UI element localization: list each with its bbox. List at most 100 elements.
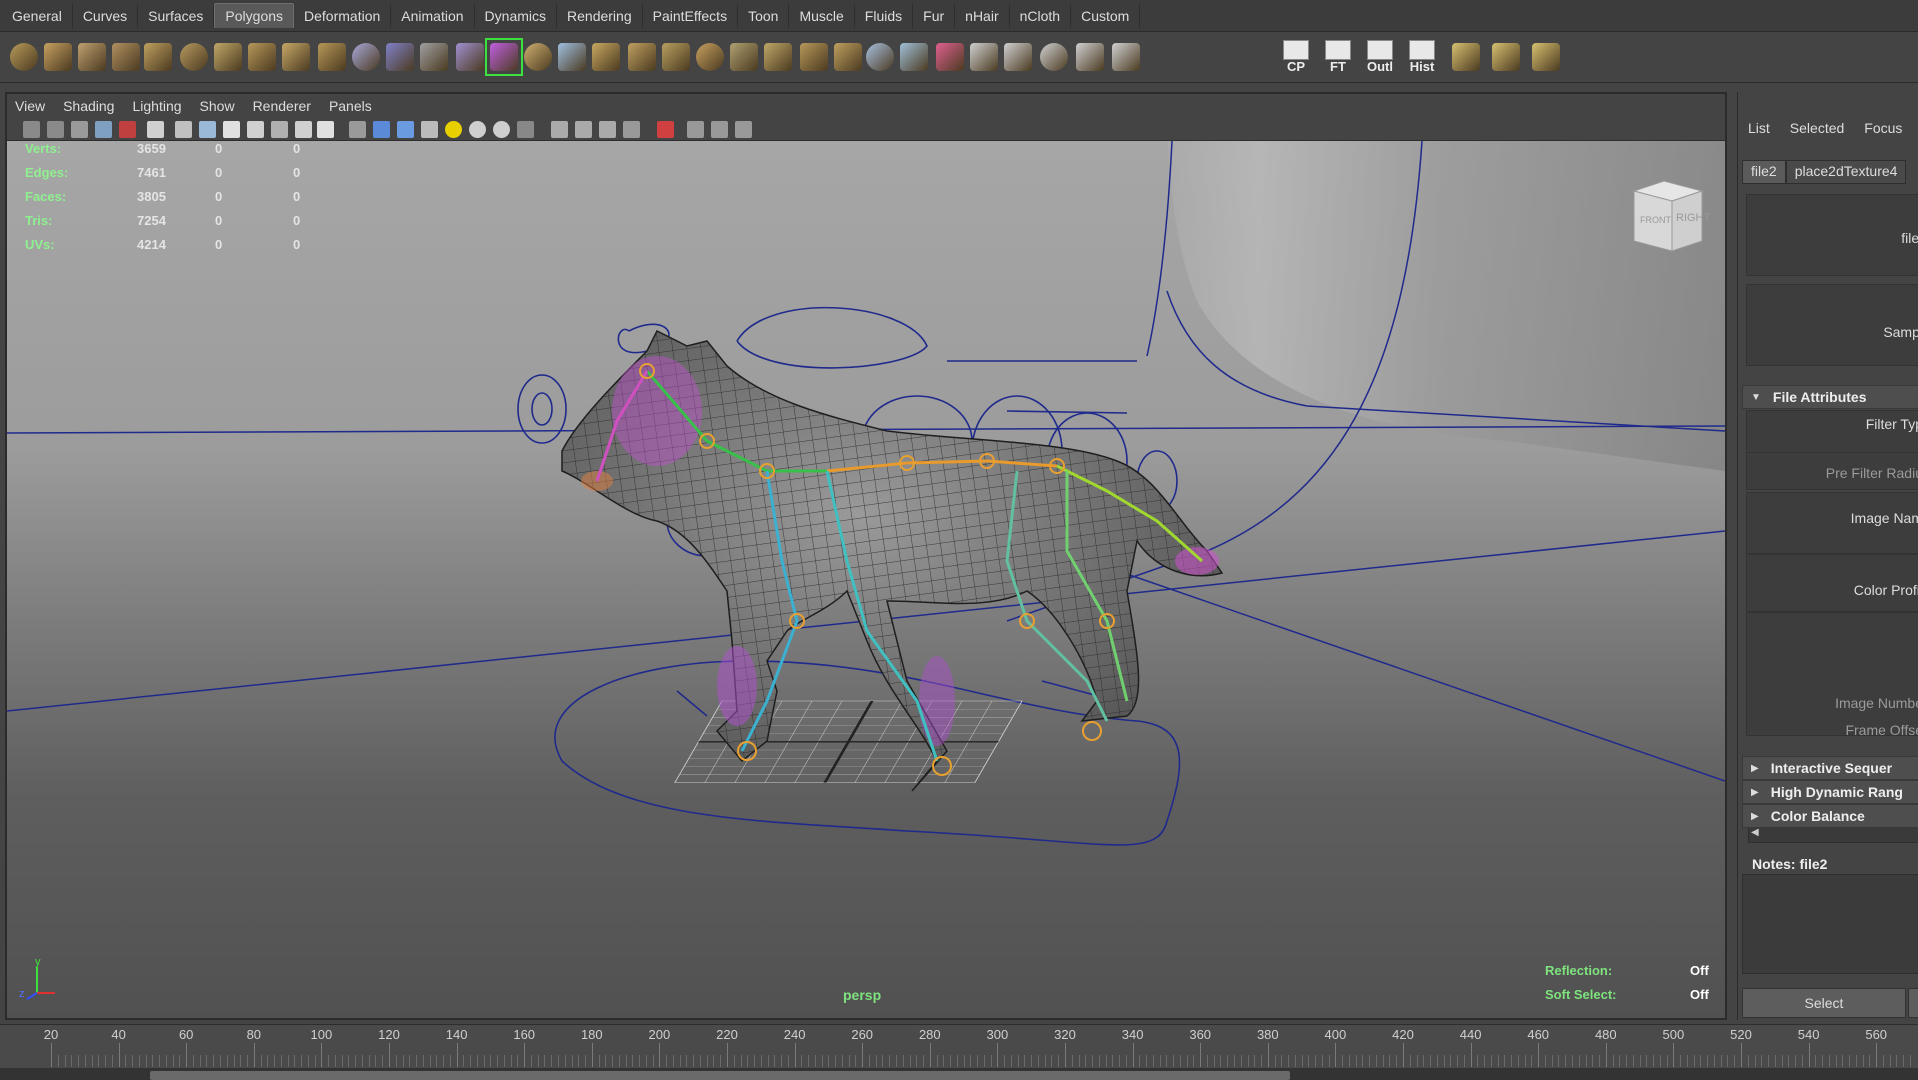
shelf-tool-icon[interactable]	[658, 39, 694, 75]
viewport-tool-icon[interactable]	[735, 121, 752, 138]
viewport-tool-icon[interactable]	[687, 121, 704, 138]
shelf-tool-icon[interactable]	[1108, 39, 1144, 75]
shelf-tool-icon[interactable]	[210, 39, 246, 75]
range-slider[interactable]	[0, 1068, 1918, 1080]
viewport-tool-icon[interactable]	[469, 121, 486, 138]
viewport-tool-icon[interactable]	[271, 121, 288, 138]
viewport-menu-lighting[interactable]: Lighting	[132, 98, 181, 114]
viewport-tool-icon[interactable]	[223, 121, 240, 138]
shelf-tool-icon[interactable]	[348, 39, 384, 75]
viewport-menu-panels[interactable]: Panels	[329, 98, 372, 114]
shelf-tool-icon[interactable]	[40, 39, 76, 75]
shelf-tab-ncloth[interactable]: nCloth	[1010, 4, 1072, 28]
viewport-tool-icon[interactable]	[71, 121, 88, 138]
ft-shelf-button[interactable]: FT	[1320, 35, 1356, 79]
viewport-tool-icon[interactable]	[517, 121, 534, 138]
shelf-tab-fluids[interactable]: Fluids	[855, 4, 914, 28]
shelf-tool-icon[interactable]	[74, 39, 110, 75]
viewport-tool-icon[interactable]	[445, 121, 462, 138]
viewport-tool-icon[interactable]	[349, 121, 366, 138]
attribute-editor-menu-list[interactable]: List	[1748, 120, 1770, 142]
shelf-tool-icon[interactable]	[416, 39, 452, 75]
viewport-tool-icon[interactable]	[23, 121, 40, 138]
viewport-menu-renderer[interactable]: Renderer	[253, 98, 311, 114]
shelf-tool-icon[interactable]	[485, 38, 523, 76]
shelf-tool-icon[interactable]	[830, 39, 866, 75]
shelf-tool-icon[interactable]	[760, 39, 796, 75]
shelf-tab-polygons[interactable]: Polygons	[214, 3, 295, 28]
attribute-editor-tab-place2dtexture4[interactable]: place2dTexture4	[1785, 160, 1907, 184]
shelf-tool-icon[interactable]	[1072, 39, 1108, 75]
shelf-tool-icon[interactable]	[1448, 39, 1484, 75]
attribute-editor-menu-selected[interactable]: Selected	[1790, 120, 1844, 142]
shelf-tool-icon[interactable]	[1000, 39, 1036, 75]
viewport-tool-icon[interactable]	[575, 121, 592, 138]
shelf-tool-icon[interactable]	[692, 39, 728, 75]
viewport-tool-icon[interactable]	[373, 121, 390, 138]
viewport-tool-icon[interactable]	[147, 121, 164, 138]
shelf-tool-icon[interactable]	[554, 39, 590, 75]
shelf-tab-muscle[interactable]: Muscle	[789, 4, 855, 28]
view-cube[interactable]: FRONT RIGHT	[1624, 171, 1714, 261]
shelf-tab-rendering[interactable]: Rendering	[557, 4, 643, 28]
time-slider[interactable]: 20 40 60 80 100 120 140 160 180 200 220 240 260 280 30…	[0, 1024, 1918, 1069]
attribute-editor-tab-file2[interactable]: file2	[1742, 160, 1786, 184]
shelf-tab-toon[interactable]: Toon	[738, 4, 790, 28]
viewport-tool-icon[interactable]	[657, 121, 674, 138]
section-file-attributes[interactable]: ▼ File Attributes	[1742, 385, 1918, 409]
shelf-tool-icon[interactable]	[1528, 39, 1564, 75]
shelf-tab-nhair[interactable]: nHair	[955, 4, 1010, 28]
viewport-tool-icon[interactable]	[397, 121, 414, 138]
load-attributes-button[interactable]	[1908, 988, 1918, 1018]
shelf-tab-painteffects[interactable]: PaintEffects	[643, 4, 739, 28]
shelf-tool-icon[interactable]	[624, 39, 660, 75]
shelf-tool-icon[interactable]	[1488, 39, 1524, 75]
viewport-menu-shading[interactable]: Shading	[63, 98, 114, 114]
history-shelf-button[interactable]: Hist	[1404, 35, 1440, 79]
cp-shelf-button[interactable]: CP	[1278, 35, 1314, 79]
shelf-tab-surfaces[interactable]: Surfaces	[138, 4, 215, 28]
notes-textarea[interactable]	[1742, 874, 1918, 974]
shelf-tab-animation[interactable]: Animation	[391, 4, 475, 28]
shelf-tool-icon[interactable]	[244, 39, 280, 75]
shelf-tool-icon[interactable]	[382, 39, 418, 75]
scroll-left-icon[interactable]: ◀	[1751, 827, 1759, 838]
shelf-tab-deformation[interactable]: Deformation	[294, 4, 392, 28]
viewport-tool-icon[interactable]	[551, 121, 568, 138]
viewport-tool-icon[interactable]	[199, 121, 216, 138]
attribute-editor-menu-focus[interactable]: Focus	[1864, 120, 1902, 142]
shelf-tool-icon[interactable]	[932, 39, 968, 75]
shelf-tool-icon[interactable]	[108, 39, 144, 75]
viewport-tool-icon[interactable]	[119, 121, 136, 138]
shelf-tool-icon[interactable]	[520, 39, 556, 75]
shelf-tool-icon[interactable]	[314, 39, 350, 75]
collapsed-section[interactable]: ▶ Color Balance	[1742, 804, 1918, 828]
viewport-menu-show[interactable]: Show	[200, 98, 235, 114]
shelf-tool-icon[interactable]	[1036, 39, 1072, 75]
shelf-tab-general[interactable]: General	[2, 4, 73, 28]
viewport-tool-icon[interactable]	[599, 121, 616, 138]
outliner-shelf-button[interactable]: Outl	[1362, 35, 1398, 79]
shelf-tool-icon[interactable]	[966, 39, 1002, 75]
shelf-tool-icon[interactable]	[862, 39, 898, 75]
viewport-tool-icon[interactable]	[493, 121, 510, 138]
shelf-tool-icon[interactable]	[278, 39, 314, 75]
collapsed-section[interactable]: ▶ High Dynamic Rang	[1742, 780, 1918, 804]
shelf-tool-icon[interactable]	[140, 39, 176, 75]
shelf-tool-icon[interactable]	[6, 39, 42, 75]
viewport-tool-icon[interactable]	[421, 121, 438, 138]
shelf-tool-icon[interactable]	[726, 39, 762, 75]
viewport-canvas[interactable]: Verts: 3659 0 0 Edges: 7461 0 0 Faces: 3805 0 0 Tris…	[7, 141, 1725, 1018]
viewport-menu-view[interactable]: View	[15, 98, 45, 114]
viewport-tool-icon[interactable]	[317, 121, 334, 138]
viewport-tool-icon[interactable]	[47, 121, 64, 138]
viewport-tool-icon[interactable]	[175, 121, 192, 138]
shelf-tool-icon[interactable]	[796, 39, 832, 75]
select-button[interactable]: Select	[1742, 988, 1906, 1018]
shelf-tab-custom[interactable]: Custom	[1071, 4, 1141, 28]
shelf-tool-icon[interactable]	[588, 39, 624, 75]
viewport-tool-icon[interactable]	[95, 121, 112, 138]
shelf-tool-icon[interactable]	[452, 39, 488, 75]
viewport-tool-icon[interactable]	[623, 121, 640, 138]
viewport-tool-icon[interactable]	[711, 121, 728, 138]
